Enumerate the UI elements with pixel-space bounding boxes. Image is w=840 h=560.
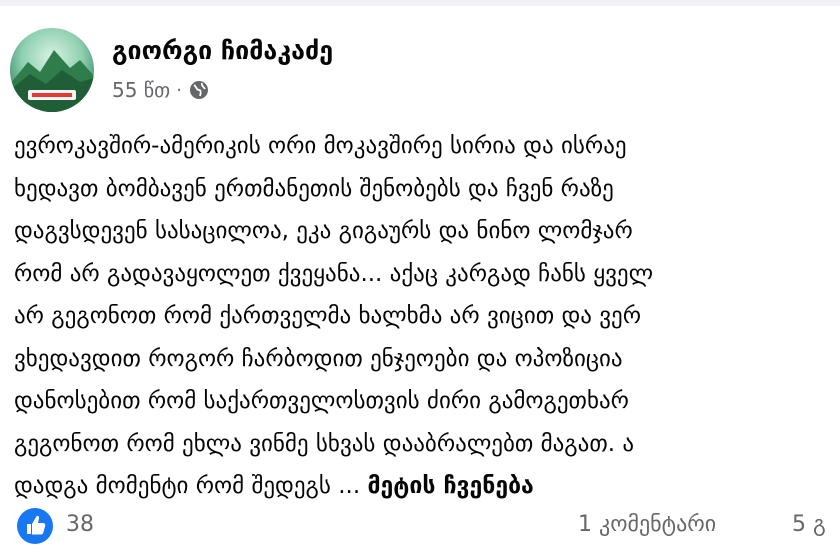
post-footer: 38 1 კომენტარი 5 გ [0,506,840,550]
shares-count[interactable]: 5 გ [792,512,826,537]
author-avatar[interactable] [10,28,94,112]
post-text-line: ხედავთ ბომბავენ ერთმანეთის შენობებს და ჩ… [14,175,614,202]
post-meta: 55 წთ · [112,78,210,102]
mountain-avatar-icon [10,28,94,112]
feed-separator [0,0,840,6]
post-text-line: დაგვსდევენ სასაცილოა, ეკა გიგაურს და ნინ… [14,218,633,244]
meta-separator: · [176,79,182,101]
post-text-tail: დადგა მომენტი რომ შედეგს ... [14,473,361,499]
post-text-line: ვხედავდით როგორ ჩარბოდით ენჯეოები და ოპო… [14,345,623,372]
likes-count[interactable]: 38 [66,512,94,537]
post-time[interactable]: 55 წთ [112,78,170,102]
comments-count[interactable]: 1 კომენტარი [578,512,716,537]
post-text-line: დანოსებით რომ საქართველოსთვის ძირი გამოგ… [14,388,629,414]
post-text-line: არ გეგონოთ რომ ქართველმა ხალხმა არ ვიცით… [14,303,642,329]
post-text-last-line: დადგა მომენტი რომ შედეგს ... მეტის ჩვენე… [14,465,840,508]
post-text-line: გეგონოთ რომ ეხლა ვინმე სხვას დააბრალებთ … [14,430,635,457]
globe-icon[interactable] [188,79,210,101]
post-text: ევროკავშირ-ამერიკის ორი მოკავშირე სირია … [14,125,840,508]
see-more-link[interactable]: მეტის ჩვენება [367,473,533,499]
author-name[interactable]: გიორგი ჩიმაკაძე [112,36,333,65]
post-text-line: ევროკავშირ-ამერიკის ორი მოკავშირე სირია … [14,133,627,159]
like-icon[interactable] [17,508,53,544]
post-text-line: რომ არ გადავაყოლეთ ქვეყანა... აქაც კარგა… [14,260,654,287]
